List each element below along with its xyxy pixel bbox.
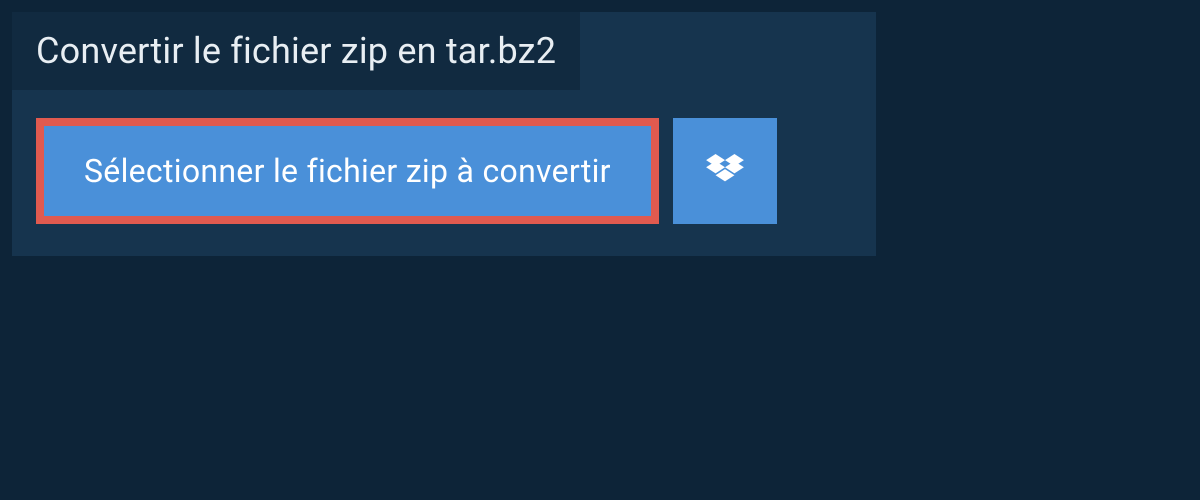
select-file-label: Sélectionner le fichier zip à convertir — [84, 152, 611, 190]
converter-panel-container: Convertir le fichier zip en tar.bz2 Séle… — [0, 0, 1200, 268]
converter-panel: Convertir le fichier zip en tar.bz2 Séle… — [12, 12, 876, 256]
dropbox-button[interactable] — [673, 118, 777, 224]
title-bar: Convertir le fichier zip en tar.bz2 — [12, 12, 580, 90]
select-file-button[interactable]: Sélectionner le fichier zip à convertir — [36, 118, 659, 224]
button-row: Sélectionner le fichier zip à convertir — [12, 90, 876, 256]
dropbox-icon — [706, 154, 744, 188]
page-title: Convertir le fichier zip en tar.bz2 — [36, 30, 556, 72]
